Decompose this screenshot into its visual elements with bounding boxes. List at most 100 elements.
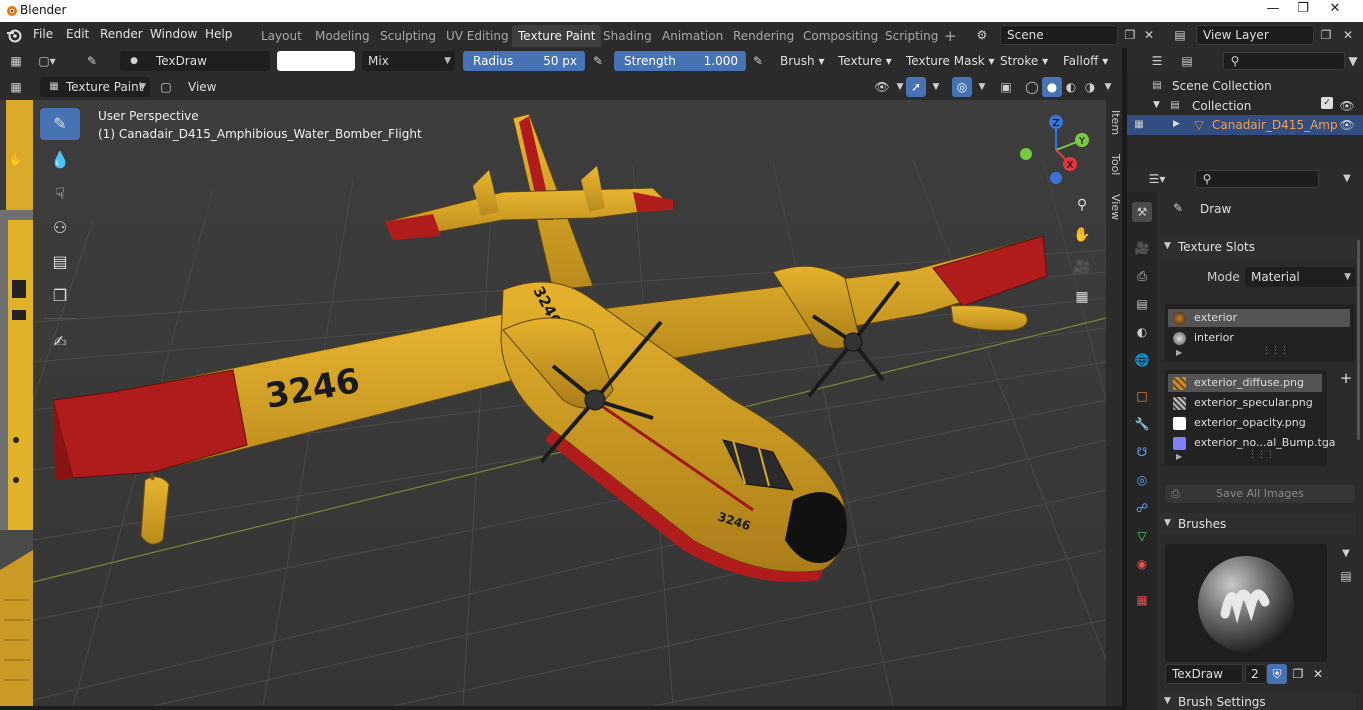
output-properties-icon[interactable]: ⎙ xyxy=(1132,266,1152,286)
filter-icon[interactable]: ▼ xyxy=(1343,51,1363,71)
panel-collapse-icon[interactable]: ▼ xyxy=(1164,241,1171,251)
tab-layout[interactable]: Layout xyxy=(255,25,308,47)
expand-arrow-icon[interactable]: ▼ xyxy=(1153,100,1160,110)
remove-scene-icon[interactable]: ✕ xyxy=(1139,25,1159,45)
display-mode-icon[interactable]: ▤ xyxy=(1177,51,1197,71)
3d-viewport[interactable]: 3246 3246 3246 User Perspective (1) Cana… xyxy=(33,100,1106,706)
scene-properties-icon[interactable]: ◐ xyxy=(1132,322,1152,342)
mode-select-icon[interactable]: ▢▾ xyxy=(32,51,62,71)
image-item-opacity[interactable]: exterior_opacity.png xyxy=(1168,414,1322,432)
stroke-dropdown[interactable]: Stroke ▾ xyxy=(1000,51,1048,71)
soften-tool-icon[interactable]: 💧 xyxy=(40,144,80,176)
new-scene-icon[interactable]: ❐ xyxy=(1120,25,1140,45)
list-resize-handle[interactable]: ⋮⋮⋮ xyxy=(1262,346,1289,356)
remove-view-layer-icon[interactable]: ✕ xyxy=(1338,25,1358,45)
expand-arrow-icon[interactable]: ▶ xyxy=(1173,119,1180,129)
tab-compositing[interactable]: Compositing xyxy=(797,25,884,47)
save-all-images-button[interactable]: ⎙ Save All Images xyxy=(1165,485,1355,503)
menu-edit[interactable]: Edit xyxy=(66,27,89,41)
xray-toggle-icon[interactable]: ▣ xyxy=(996,77,1016,97)
brush-settings-panel-header[interactable]: ▼ Brush Settings xyxy=(1160,694,1356,710)
eye-icon[interactable]: 👁 xyxy=(1337,115,1357,135)
list-expand-icon[interactable]: ▶ xyxy=(1176,348,1182,357)
tab-tool[interactable]: Tool xyxy=(1106,154,1122,175)
mask-toggle-icon[interactable]: ▢ xyxy=(156,77,176,97)
pan-view-icon[interactable]: ✋ xyxy=(1069,222,1095,248)
pan-icon[interactable]: ✋ xyxy=(6,150,26,170)
navigation-gizmo[interactable]: Z Y X xyxy=(1016,110,1096,190)
data-properties-icon[interactable]: ▽ xyxy=(1132,526,1152,546)
material-shading-icon[interactable]: ◐ xyxy=(1061,77,1081,97)
clone-tool-icon[interactable]: ⚇ xyxy=(40,212,80,244)
material-item-interior[interactable]: interior xyxy=(1168,329,1350,347)
tool-properties-icon[interactable]: ⚒ xyxy=(1132,202,1152,222)
brush-preview-tile[interactable] xyxy=(1165,544,1327,662)
blend-mode-dropdown[interactable]: Mix ▼ xyxy=(362,51,455,71)
tab-scripting[interactable]: Scripting xyxy=(879,25,944,47)
tab-view[interactable]: View xyxy=(1106,194,1122,220)
view-layer-selector[interactable]: View Layer xyxy=(1196,25,1314,45)
wireframe-shading-icon[interactable]: ◯ xyxy=(1022,77,1042,97)
object-properties-icon[interactable]: □ xyxy=(1132,386,1152,406)
maximize-button[interactable]: ❐ xyxy=(1288,0,1318,20)
falloff-dropdown[interactable]: Falloff ▾ xyxy=(1063,51,1108,71)
eye-icon[interactable]: 👁 xyxy=(1337,96,1357,116)
camera-view-icon[interactable]: 🎥 xyxy=(1069,254,1095,280)
visibility-icon[interactable]: 👁 xyxy=(872,77,892,97)
menu-file[interactable]: File xyxy=(33,27,53,41)
properties-editor-icon[interactable]: ☰▾ xyxy=(1141,169,1173,189)
chevron-down-icon[interactable]: ▼ xyxy=(972,77,992,97)
particles-properties-icon[interactable]: ☋ xyxy=(1132,442,1152,462)
brush-tool-icon[interactable]: ✎ xyxy=(82,51,102,71)
material-item-exterior[interactable]: exterior xyxy=(1168,309,1350,327)
tab-item[interactable]: Item xyxy=(1106,110,1122,135)
strength-pressure-icon[interactable]: ✎ xyxy=(748,51,768,71)
overlays-toggle-icon[interactable]: ◎ xyxy=(952,77,972,97)
tab-modeling[interactable]: Modeling xyxy=(309,25,376,47)
perspective-toggle-icon[interactable]: ▦ xyxy=(1069,284,1095,310)
add-workspace-button[interactable]: + xyxy=(938,25,963,47)
modifier-properties-icon[interactable]: 🔧 xyxy=(1132,414,1152,434)
slot-mode-dropdown[interactable]: Material ▼ xyxy=(1245,267,1355,287)
panel-collapse-icon[interactable]: ▼ xyxy=(1164,518,1171,528)
constraints-properties-icon[interactable]: ☍ xyxy=(1132,498,1152,518)
chevron-down-icon[interactable]: ▼ xyxy=(926,77,946,97)
image-item-diffuse[interactable]: exterior_diffuse.png xyxy=(1168,374,1322,392)
chevron-down-icon[interactable]: ▼ xyxy=(1336,544,1356,564)
render-properties-icon[interactable]: 🎥 xyxy=(1132,238,1152,258)
image-icon[interactable]: ▤ xyxy=(1336,566,1356,586)
mask-tool-icon[interactable]: ❐ xyxy=(40,280,80,312)
chevron-down-icon[interactable]: ▼ xyxy=(1337,169,1357,189)
texture-dropdown[interactable]: Texture ▾ xyxy=(838,51,892,71)
physics-properties-icon[interactable]: ◎ xyxy=(1132,470,1152,490)
radius-pressure-icon[interactable]: ✎ xyxy=(588,51,608,71)
collection-checkbox[interactable]: ✓ xyxy=(1321,97,1333,109)
minimize-button[interactable]: — xyxy=(1258,0,1288,20)
outliner-item-aircraft[interactable]: Canadair_D415_Amp xyxy=(1212,118,1338,132)
unlink-brush-icon[interactable]: ✕ xyxy=(1308,664,1328,684)
scene-selector[interactable]: Scene xyxy=(1000,25,1118,45)
add-texture-slot-button[interactable]: + xyxy=(1336,368,1356,388)
list-expand-icon[interactable]: ▶ xyxy=(1176,452,1182,461)
viewport-scene[interactable]: 3246 3246 3246 xyxy=(33,100,1106,706)
texture-properties-icon[interactable]: ▦ xyxy=(1132,590,1152,610)
material-properties-icon[interactable]: ◉ xyxy=(1132,554,1152,574)
list-resize-handle[interactable]: ⋮⋮⋮ xyxy=(1248,450,1275,460)
radius-slider[interactable]: Radius 50 px xyxy=(463,51,585,71)
annotate-tool-icon[interactable]: ✍ xyxy=(40,326,80,358)
smear-tool-icon[interactable]: ☟ xyxy=(40,178,80,210)
close-window-button[interactable]: ✕ xyxy=(1320,0,1350,20)
world-properties-icon[interactable]: 🌐 xyxy=(1132,350,1152,370)
zoom-icon[interactable]: ⚲ xyxy=(1069,192,1095,218)
editor-type-icon[interactable]: ▦ xyxy=(6,51,26,71)
strength-slider[interactable]: Strength 1.000 xyxy=(614,51,746,71)
properties-scrollbar[interactable] xyxy=(1357,240,1360,440)
tab-sculpting[interactable]: Sculpting xyxy=(374,25,442,47)
tab-shading[interactable]: Shading xyxy=(597,25,658,47)
brush-name-input[interactable]: TexDraw xyxy=(1165,664,1243,684)
tab-texture-paint[interactable]: Texture Paint xyxy=(512,25,602,47)
outliner-editor-icon[interactable]: ☰ xyxy=(1147,51,1167,71)
view-layer-properties-icon[interactable]: ▤ xyxy=(1132,294,1152,314)
tab-animation[interactable]: Animation xyxy=(656,25,729,47)
outliner-item-collection[interactable]: Collection xyxy=(1192,99,1251,113)
